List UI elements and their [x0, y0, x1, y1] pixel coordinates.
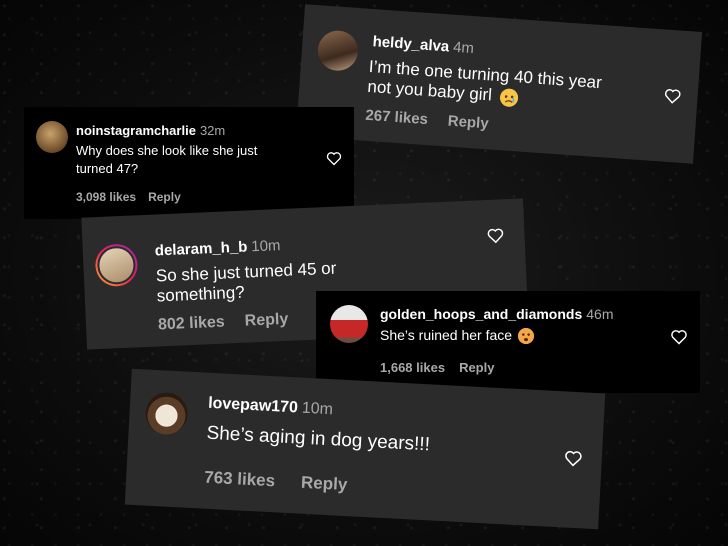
reply-button[interactable]: Reply	[244, 311, 288, 330]
likes-count[interactable]: 802 likes	[158, 314, 225, 334]
heart-icon[interactable]	[663, 88, 682, 110]
reply-button[interactable]: Reply	[447, 113, 489, 133]
reply-button[interactable]: Reply	[148, 190, 181, 204]
comment-line: turned 47?	[76, 160, 139, 176]
avatar[interactable]	[94, 243, 139, 288]
comment-author[interactable]: heldy_alva 4m	[372, 33, 475, 57]
heart-icon[interactable]	[563, 449, 583, 472]
username[interactable]: lovepaw170	[208, 395, 299, 417]
comment-meta: 267 likes Reply	[365, 107, 489, 133]
likes-count[interactable]: 1,668 likes	[380, 360, 445, 375]
likes-count[interactable]: 3,098 likes	[76, 190, 136, 204]
comment-time: 10m	[301, 399, 334, 419]
comment-text: She’s aging in dog years!!!	[206, 423, 430, 457]
avatar[interactable]	[316, 29, 360, 73]
heart-icon[interactable]	[670, 329, 688, 350]
comment-author[interactable]: delaram_h_b 10m	[154, 237, 280, 259]
comment-time: 46m	[586, 306, 614, 322]
likes-count[interactable]: 267 likes	[365, 107, 429, 128]
comment-line: She’s ruined her face	[380, 327, 513, 343]
comment-text: So she just turned 45 or something?	[156, 259, 338, 308]
heart-icon[interactable]	[326, 151, 342, 171]
reply-button[interactable]: Reply	[459, 360, 494, 375]
avatar[interactable]	[144, 391, 189, 436]
comment-meta: 763 likes Reply	[204, 468, 348, 495]
comment-card-golden-hoops: golden_hoops_and_diamonds 46m She’s ruine…	[316, 291, 700, 393]
comment-text: She’s ruined her face	[380, 327, 534, 345]
comment-time: 32m	[199, 123, 226, 138]
username[interactable]: heldy_alva	[372, 33, 450, 55]
comment-author[interactable]: noinstagramcharlie 32m	[76, 123, 225, 138]
comment-author[interactable]: lovepaw170 10m	[208, 395, 334, 420]
comment-meta: 3,098 likes Reply	[76, 190, 181, 204]
comment-time: 10m	[250, 237, 281, 256]
username[interactable]: noinstagramcharlie	[76, 123, 196, 138]
frowning-face-emoji	[517, 328, 534, 345]
comment-card-noinstagramcharlie: noinstagramcharlie 32m Why does she look …	[24, 107, 354, 219]
comment-text: Why does she look like she just turned 4…	[76, 142, 257, 177]
avatar[interactable]	[330, 305, 368, 343]
comment-line: Why does she look like she just	[76, 143, 258, 158]
comment-meta: 802 likes Reply	[158, 311, 289, 335]
comment-card-lovepaw170: lovepaw170 10m She’s aging in dog years!!…	[124, 368, 606, 530]
comment-line: She’s aging in dog years!!!	[206, 422, 431, 456]
avatar[interactable]	[36, 121, 68, 153]
username[interactable]: golden_hoops_and_diamonds	[380, 306, 582, 322]
comment-card-heldy-alva: heldy_alva 4m I’m the one turning 40 this…	[295, 4, 703, 164]
sad-face-emoji	[499, 88, 520, 108]
comment-meta: 1,668 likes Reply	[380, 360, 494, 375]
comment-text: I’m the one turning 40 this year not you…	[367, 57, 602, 114]
comment-author[interactable]: golden_hoops_and_diamonds 46m	[380, 306, 613, 322]
likes-count[interactable]: 763 likes	[204, 468, 276, 491]
reply-button[interactable]: Reply	[301, 473, 348, 494]
heart-icon[interactable]	[486, 227, 505, 249]
comment-time: 4m	[452, 38, 475, 58]
username[interactable]: delaram_h_b	[154, 238, 247, 259]
